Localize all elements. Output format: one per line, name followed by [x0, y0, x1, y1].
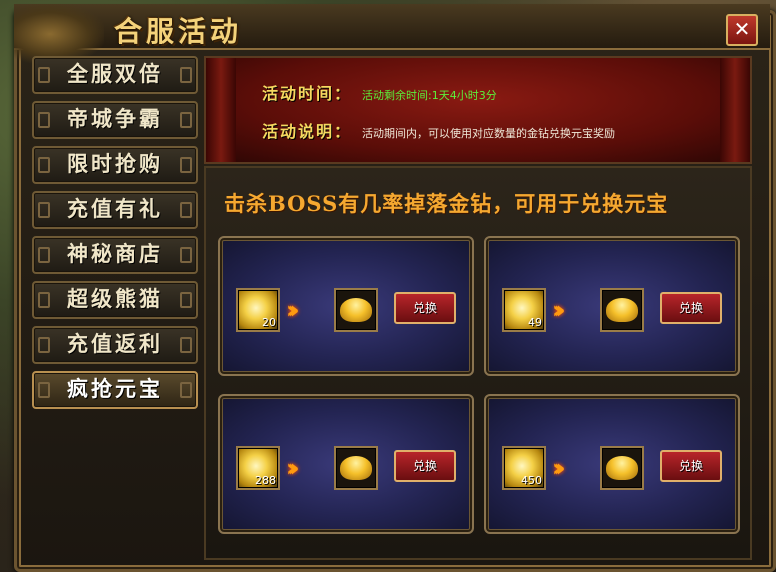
activity-desc-label: 活动说明：: [262, 122, 353, 141]
window-title: 合服活动: [114, 15, 243, 48]
dragon-ornament-icon: [14, 4, 104, 64]
activity-desc-value: 活动期间内，可以使用对应数量的金钻兑换元宝奖励: [362, 127, 616, 140]
gold-diamond-icon[interactable]: 288: [236, 446, 280, 490]
cost-count: 49: [528, 316, 542, 329]
ingot-shape: [606, 456, 638, 480]
exchange-button[interactable]: 兑换: [660, 450, 722, 482]
exchange-card: 20 ››› 兑换: [218, 236, 474, 376]
gold-ingot-icon[interactable]: [600, 446, 644, 490]
activity-sidebar: 全服双倍 帝城争霸 限时抢购 充值有礼 神秘商店 超级熊猫 充值返利 疯抢元宝: [32, 56, 198, 416]
exchange-card: 288 ››› 兑换: [218, 394, 474, 534]
activity-time-value: 活动剩余时间:1天4小时3分: [362, 89, 497, 102]
cost-count: 288: [255, 474, 276, 487]
exchange-button[interactable]: 兑换: [394, 292, 456, 324]
gold-diamond-icon[interactable]: 450: [502, 446, 546, 490]
double-chevron-right-icon: ›››: [286, 454, 299, 482]
exchange-banner-text: 击杀BOSS有几率掉落金钻，可用于兑换元宝: [224, 191, 669, 216]
activity-time-label: 活动时间：: [262, 84, 353, 103]
double-chevron-right-icon: ›››: [552, 296, 565, 324]
gold-ingot-icon[interactable]: [334, 288, 378, 332]
exchange-card: 49 ››› 兑换: [484, 236, 740, 376]
exchange-card: 450 ››› 兑换: [484, 394, 740, 534]
ingot-shape: [606, 298, 638, 322]
curtain-left: [206, 58, 236, 162]
gold-diamond-icon[interactable]: 20: [236, 288, 280, 332]
gold-diamond-icon[interactable]: 49: [502, 288, 546, 332]
sidebar-item-recharge-gift[interactable]: 充值有礼: [32, 191, 198, 229]
double-chevron-right-icon: ›››: [286, 296, 299, 324]
ingot-shape: [340, 456, 372, 480]
exchange-area: 击杀BOSS有几率掉落金钻，可用于兑换元宝 20 ››› 兑换 49 ››› 兑…: [204, 166, 752, 560]
activity-desc-row: 活动说明： 活动期间内，可以使用对应数量的金钻兑换元宝奖励: [262, 118, 615, 142]
cost-count: 20: [262, 316, 276, 329]
sidebar-item-mystery-shop[interactable]: 神秘商店: [32, 236, 198, 274]
ingot-shape: [340, 298, 372, 322]
sidebar-item-double-exp[interactable]: 全服双倍: [32, 56, 198, 94]
double-chevron-right-icon: ›››: [552, 454, 565, 482]
curtain-right: [720, 58, 750, 162]
sidebar-item-flash-sale[interactable]: 限时抢购: [32, 146, 198, 184]
sidebar-item-recharge-rebate[interactable]: 充值返利: [32, 326, 198, 364]
exchange-button[interactable]: 兑换: [394, 450, 456, 482]
gold-ingot-icon[interactable]: [600, 288, 644, 332]
close-button[interactable]: ✕: [726, 14, 758, 46]
title-bar: 合服活动: [14, 4, 770, 64]
cost-count: 450: [521, 474, 542, 487]
exchange-button[interactable]: 兑换: [660, 292, 722, 324]
sidebar-item-super-panda[interactable]: 超级熊猫: [32, 281, 198, 319]
sidebar-item-grab-ingots[interactable]: 疯抢元宝: [32, 371, 198, 409]
activity-time-row: 活动时间： 活动剩余时间:1天4小时3分: [262, 80, 497, 104]
gold-ingot-icon[interactable]: [334, 446, 378, 490]
activity-info-banner: 活动时间： 活动剩余时间:1天4小时3分 活动说明： 活动期间内，可以使用对应数量的…: [204, 56, 752, 164]
sidebar-item-city-battle[interactable]: 帝城争霸: [32, 101, 198, 139]
